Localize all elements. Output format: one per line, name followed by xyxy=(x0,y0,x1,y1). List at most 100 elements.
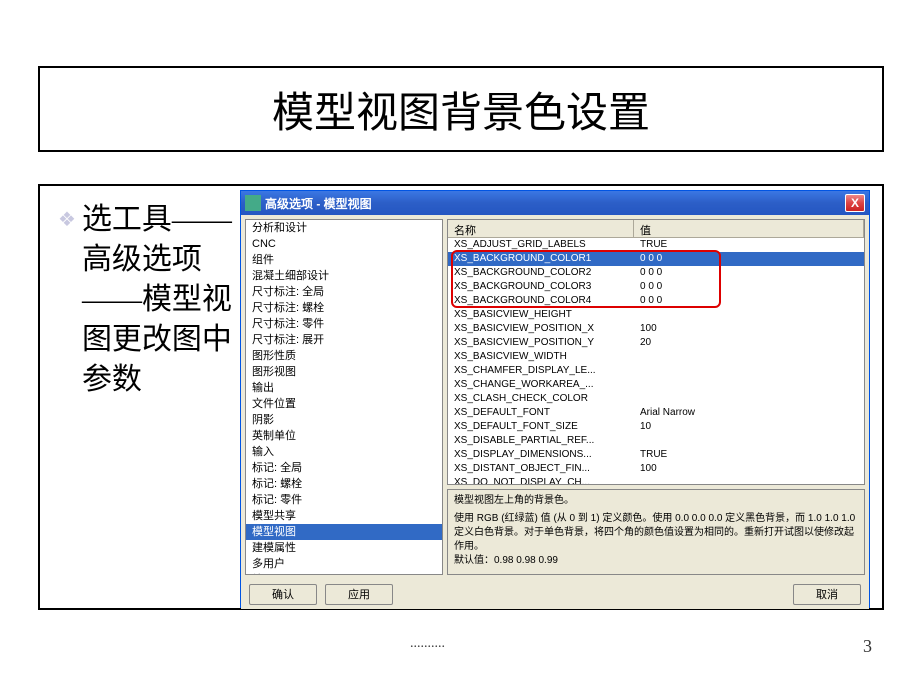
category-item[interactable]: 输入 xyxy=(246,444,442,460)
cell-name: XS_BACKGROUND_COLOR1 xyxy=(448,252,634,266)
category-item[interactable]: CNC xyxy=(246,236,442,252)
close-icon: X xyxy=(851,196,859,210)
page-number: 3 xyxy=(863,636,872,657)
ok-button[interactable]: 确认 xyxy=(249,584,317,605)
table-row[interactable]: XS_DO_NOT_DISPLAY_CH... xyxy=(448,476,864,485)
table-row[interactable]: XS_DEFAULT_FONTArial Narrow xyxy=(448,406,864,420)
category-item[interactable]: 尺寸标注: 全局 xyxy=(246,284,442,300)
column-value[interactable]: 值 xyxy=(634,220,864,237)
table-row[interactable]: XS_CHAMFER_DISPLAY_LE... xyxy=(448,364,864,378)
category-item[interactable]: 编号 xyxy=(246,572,442,574)
cell-name: XS_DISPLAY_DIMENSIONS... xyxy=(448,448,634,462)
table-row[interactable]: XS_BASICVIEW_HEIGHT xyxy=(448,308,864,322)
category-list[interactable]: 分析和设计CNC组件混凝土细部设计尺寸标注: 全局尺寸标注: 螺栓尺寸标注: 零… xyxy=(246,220,442,574)
cell-value xyxy=(634,308,864,322)
category-item[interactable]: 组件 xyxy=(246,252,442,268)
description-panel: 模型视图左上角的背景色。 使用 RGB (红绿蓝) 值 (从 0 到 1) 定义… xyxy=(447,489,865,575)
table-body[interactable]: XS_ADJUST_GRID_LABELSTRUEXS_BACKGROUND_C… xyxy=(448,238,864,485)
cell-name: XS_BACKGROUND_COLOR2 xyxy=(448,266,634,280)
footer-dots: .......... xyxy=(410,636,445,652)
cell-name: XS_DO_NOT_DISPLAY_CH... xyxy=(448,476,634,485)
bullet-area: ❖ 选工具——高级选项——模型视图更改图中参数 xyxy=(58,200,238,400)
cell-name: XS_BASICVIEW_POSITION_X xyxy=(448,322,634,336)
table-row[interactable]: XS_BASICVIEW_POSITION_Y20 xyxy=(448,336,864,350)
button-bar: 确认 应用 取消 xyxy=(241,579,869,609)
cell-value: 100 xyxy=(634,322,864,336)
cell-name: XS_BACKGROUND_COLOR3 xyxy=(448,280,634,294)
cell-name: XS_BASICVIEW_POSITION_Y xyxy=(448,336,634,350)
right-panel: 名称 值 XS_ADJUST_GRID_LABELSTRUEXS_BACKGRO… xyxy=(447,219,865,575)
diamond-bullet-icon: ❖ xyxy=(58,200,76,400)
category-item[interactable]: 文件位置 xyxy=(246,396,442,412)
table-row[interactable]: XS_BASICVIEW_POSITION_X100 xyxy=(448,322,864,336)
cell-value: 0 0 0 xyxy=(634,294,864,308)
category-item[interactable]: 建模属性 xyxy=(246,540,442,556)
cell-value xyxy=(634,364,864,378)
table-row[interactable]: XS_BACKGROUND_COLOR10 0 0 xyxy=(448,252,864,266)
table-row[interactable]: XS_DEFAULT_FONT_SIZE10 xyxy=(448,420,864,434)
cell-value xyxy=(634,378,864,392)
table-row[interactable]: XS_CHANGE_WORKAREA_... xyxy=(448,378,864,392)
table-header: 名称 值 xyxy=(448,220,864,238)
close-button[interactable]: X xyxy=(845,194,865,212)
category-item[interactable]: 模型共享 xyxy=(246,508,442,524)
category-item[interactable]: 阴影 xyxy=(246,412,442,428)
slide-title-box: 模型视图背景色设置 xyxy=(38,66,884,152)
cell-name: XS_ADJUST_GRID_LABELS xyxy=(448,238,634,252)
desc-line3: 默认值：0.98 0.98 0.99 xyxy=(454,554,858,568)
cell-name: XS_BASICVIEW_WIDTH xyxy=(448,350,634,364)
cell-value: 20 xyxy=(634,336,864,350)
cell-name: XS_DEFAULT_FONT xyxy=(448,406,634,420)
table-row[interactable]: XS_BACKGROUND_COLOR40 0 0 xyxy=(448,294,864,308)
cell-value xyxy=(634,476,864,485)
table-row[interactable]: XS_ADJUST_GRID_LABELSTRUE xyxy=(448,238,864,252)
bullet-text: 选工具——高级选项——模型视图更改图中参数 xyxy=(82,200,238,400)
cell-name: XS_DISABLE_PARTIAL_REF... xyxy=(448,434,634,448)
dialog-body: 分析和设计CNC组件混凝土细部设计尺寸标注: 全局尺寸标注: 螺栓尺寸标注: 零… xyxy=(241,215,869,579)
apply-button[interactable]: 应用 xyxy=(325,584,393,605)
category-item[interactable]: 标记: 全局 xyxy=(246,460,442,476)
category-item[interactable]: 尺寸标注: 展开 xyxy=(246,332,442,348)
category-item[interactable]: 尺寸标注: 螺栓 xyxy=(246,300,442,316)
cell-name: XS_CHANGE_WORKAREA_... xyxy=(448,378,634,392)
dialog-title: 高级选项 - 模型视图 xyxy=(265,195,845,212)
table-row[interactable]: XS_BASICVIEW_WIDTH xyxy=(448,350,864,364)
table-row[interactable]: XS_BACKGROUND_COLOR20 0 0 xyxy=(448,266,864,280)
dialog-titlebar[interactable]: 高级选项 - 模型视图 X xyxy=(241,191,869,215)
category-item[interactable]: 模型视图 xyxy=(246,524,442,540)
category-item[interactable]: 多用户 xyxy=(246,556,442,572)
cell-name: XS_BACKGROUND_COLOR4 xyxy=(448,294,634,308)
category-panel: 分析和设计CNC组件混凝土细部设计尺寸标注: 全局尺寸标注: 螺栓尺寸标注: 零… xyxy=(245,219,443,575)
options-table: 名称 值 XS_ADJUST_GRID_LABELSTRUEXS_BACKGRO… xyxy=(447,219,865,485)
cell-value: 100 xyxy=(634,462,864,476)
cancel-button[interactable]: 取消 xyxy=(793,584,861,605)
category-item[interactable]: 图形视图 xyxy=(246,364,442,380)
cell-value xyxy=(634,392,864,406)
cell-name: XS_CHAMFER_DISPLAY_LE... xyxy=(448,364,634,378)
category-item[interactable]: 图形性质 xyxy=(246,348,442,364)
cell-name: XS_DISTANT_OBJECT_FIN... xyxy=(448,462,634,476)
cell-value: 10 xyxy=(634,420,864,434)
category-item[interactable]: 输出 xyxy=(246,380,442,396)
cell-value: TRUE xyxy=(634,448,864,462)
table-row[interactable]: XS_CLASH_CHECK_COLOR xyxy=(448,392,864,406)
cell-name: XS_BASICVIEW_HEIGHT xyxy=(448,308,634,322)
table-row[interactable]: XS_DISPLAY_DIMENSIONS...TRUE xyxy=(448,448,864,462)
category-item[interactable]: 标记: 零件 xyxy=(246,492,442,508)
category-item[interactable]: 标记: 螺栓 xyxy=(246,476,442,492)
cell-value xyxy=(634,434,864,448)
category-item[interactable]: 英制单位 xyxy=(246,428,442,444)
advanced-options-dialog: 高级选项 - 模型视图 X 分析和设计CNC组件混凝土细部设计尺寸标注: 全局尺… xyxy=(240,190,870,608)
cell-value: 0 0 0 xyxy=(634,266,864,280)
table-row[interactable]: XS_DISABLE_PARTIAL_REF... xyxy=(448,434,864,448)
cell-value: 0 0 0 xyxy=(634,280,864,294)
category-item[interactable]: 尺寸标注: 零件 xyxy=(246,316,442,332)
table-row[interactable]: XS_BACKGROUND_COLOR30 0 0 xyxy=(448,280,864,294)
table-row[interactable]: XS_DISTANT_OBJECT_FIN...100 xyxy=(448,462,864,476)
category-item[interactable]: 分析和设计 xyxy=(246,220,442,236)
category-item[interactable]: 混凝土细部设计 xyxy=(246,268,442,284)
cell-name: XS_DEFAULT_FONT_SIZE xyxy=(448,420,634,434)
column-name[interactable]: 名称 xyxy=(448,220,634,237)
cell-value: Arial Narrow xyxy=(634,406,864,420)
slide-title: 模型视图背景色设置 xyxy=(272,79,650,140)
